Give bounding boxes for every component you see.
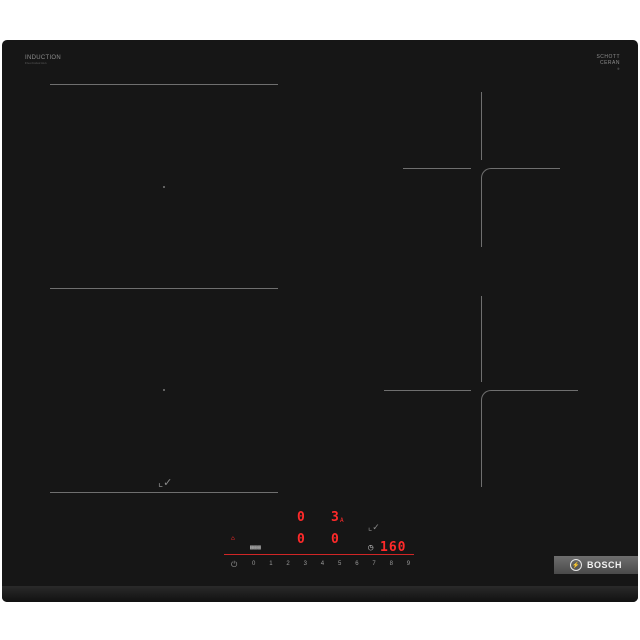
- timer-display[interactable]: 160: [380, 540, 406, 555]
- zone-bottom-right-vertical-a: [481, 296, 482, 382]
- induction-hob: INDUCTION FlexInduction SCHOTT CERAN ® ⌞…: [2, 40, 638, 602]
- flex-zone-middle-line: [50, 288, 278, 289]
- zone-display-top-left[interactable]: 0: [297, 510, 305, 525]
- zone-bottom-right-horizontal: [384, 390, 471, 391]
- registered-text: ®: [617, 67, 620, 71]
- flex-mode-icon[interactable]: ⌞✓: [368, 522, 380, 533]
- slider-highlight: [224, 554, 414, 555]
- power-slider[interactable]: 0 1 2 3 4 5 6 7 8 9: [230, 561, 415, 573]
- bosch-logo-text: BOSCH: [586, 560, 622, 570]
- slider-level-2[interactable]: 2: [286, 561, 289, 567]
- hob-bottom-edge: [2, 586, 638, 602]
- slider-level-9[interactable]: 9: [407, 561, 410, 567]
- mode-indicators-icon[interactable]: ▦▦▦: [250, 544, 261, 551]
- flex-zone-upper-marker: [163, 186, 165, 188]
- zone-bottom-right-corner: [481, 390, 578, 487]
- flex-zone-top-line: [50, 84, 278, 85]
- zone-display-bottom-right[interactable]: 0: [331, 532, 339, 547]
- induction-label: INDUCTION FlexInduction: [25, 55, 61, 65]
- zone-display-top-right[interactable]: 3: [331, 510, 339, 525]
- schott-ceran-label: SCHOTT CERAN ®: [596, 54, 620, 72]
- wifi-indicator-icon[interactable]: ⌂: [231, 535, 235, 542]
- slider-level-8[interactable]: 8: [390, 561, 393, 567]
- zone-top-right-corner: [481, 168, 560, 247]
- zone-display-top-right-suffix: A: [340, 517, 344, 524]
- zone-top-right-vertical-a: [481, 92, 482, 160]
- slider-level-6[interactable]: 6: [355, 561, 358, 567]
- slider-level-3[interactable]: 3: [304, 561, 307, 567]
- slider-level-1[interactable]: 1: [269, 561, 272, 567]
- slider-level-7[interactable]: 7: [372, 561, 375, 567]
- slider-level-4[interactable]: 4: [321, 561, 324, 567]
- zone-display-bottom-left[interactable]: 0: [297, 532, 305, 547]
- slider-level-0[interactable]: 0: [252, 561, 255, 567]
- flexinduction-text: FlexInduction: [25, 61, 47, 65]
- slider-level-5[interactable]: 5: [338, 561, 341, 567]
- bosch-logo-plate: ⚡ BOSCH: [554, 556, 638, 574]
- zone-top-right-horizontal: [403, 168, 471, 169]
- flex-zone-pan-icon: ⌞✓: [158, 477, 173, 489]
- flex-zone-lower-marker: [163, 389, 165, 391]
- clock-icon[interactable]: ◷: [368, 543, 373, 553]
- flex-zone-bottom-line: [50, 492, 278, 493]
- bosch-armature-icon: ⚡: [569, 559, 582, 571]
